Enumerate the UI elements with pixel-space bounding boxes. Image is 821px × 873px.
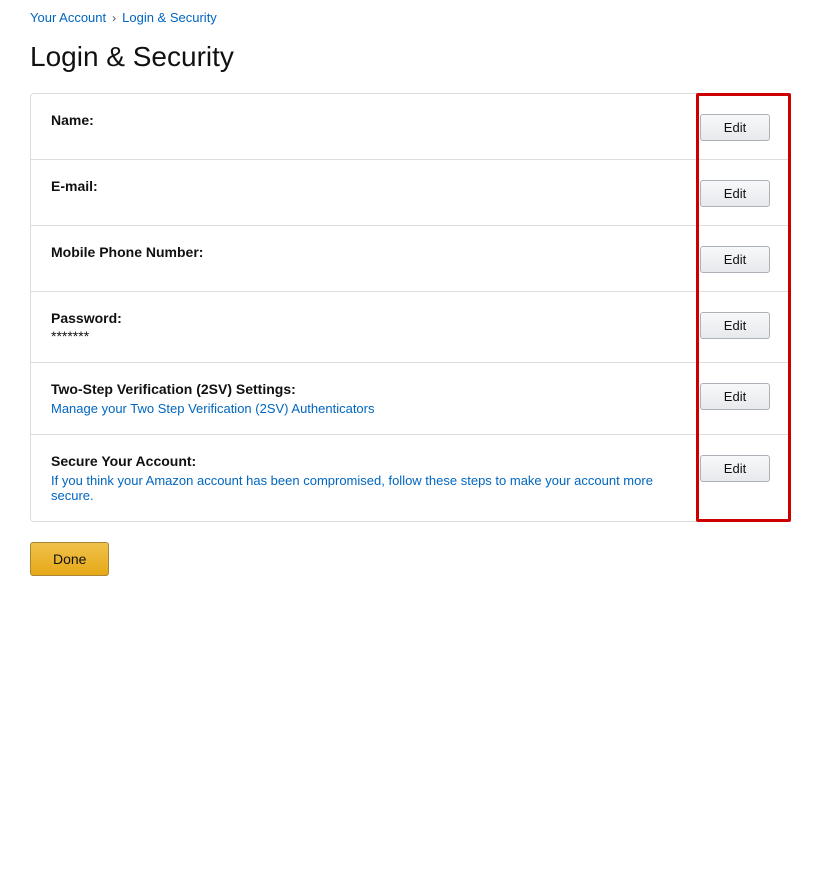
edit-button-email[interactable]: Edit <box>700 180 770 207</box>
row-description-secure: If you think your Amazon account has bee… <box>51 473 680 503</box>
done-button[interactable]: Done <box>30 542 109 576</box>
edit-button-password[interactable]: Edit <box>700 312 770 339</box>
row-content-phone: Mobile Phone Number: <box>51 244 700 260</box>
breadcrumb-separator: › <box>112 11 116 25</box>
row-label-password: Password: <box>51 310 680 326</box>
row-content-password: Password: ******* <box>51 310 700 344</box>
row-label-name: Name: <box>51 112 680 128</box>
breadcrumb-your-account[interactable]: Your Account <box>30 10 106 25</box>
row-edit-secure: Edit <box>700 453 770 482</box>
row-content-secure: Secure Your Account: If you think your Am… <box>51 453 700 503</box>
row-password: Password: ******* Edit <box>31 292 790 363</box>
row-2sv: Two-Step Verification (2SV) Settings: Man… <box>31 363 790 435</box>
row-phone: Mobile Phone Number: Edit <box>31 226 790 292</box>
row-label-2sv: Two-Step Verification (2SV) Settings: <box>51 381 680 397</box>
edit-button-name[interactable]: Edit <box>700 114 770 141</box>
row-description-2sv: Manage your Two Step Verification (2SV) … <box>51 401 680 416</box>
row-edit-phone: Edit <box>700 244 770 273</box>
row-edit-2sv: Edit <box>700 381 770 410</box>
row-email: E-mail: Edit <box>31 160 790 226</box>
row-edit-password: Edit <box>700 310 770 339</box>
card-wrapper: Name:EditE-mail:EditMobile Phone Number:… <box>30 93 791 522</box>
row-label-email: E-mail: <box>51 178 680 194</box>
row-secure: Secure Your Account: If you think your Am… <box>31 435 790 521</box>
row-content-email: E-mail: <box>51 178 700 194</box>
row-edit-name: Edit <box>700 112 770 141</box>
edit-button-2sv[interactable]: Edit <box>700 383 770 410</box>
row-label-phone: Mobile Phone Number: <box>51 244 680 260</box>
row-content-name: Name: <box>51 112 700 128</box>
row-edit-email: Edit <box>700 178 770 207</box>
row-label-secure: Secure Your Account: <box>51 453 680 469</box>
breadcrumb-current: Login & Security <box>122 10 217 25</box>
row-content-2sv: Two-Step Verification (2SV) Settings: Man… <box>51 381 700 416</box>
edit-button-phone[interactable]: Edit <box>700 246 770 273</box>
breadcrumb: Your Account › Login & Security <box>30 10 791 25</box>
page-title: Login & Security <box>30 41 791 73</box>
row-value-password: ******* <box>51 328 680 344</box>
security-card: Name:EditE-mail:EditMobile Phone Number:… <box>30 93 791 522</box>
edit-button-secure[interactable]: Edit <box>700 455 770 482</box>
row-name: Name: Edit <box>31 94 790 160</box>
